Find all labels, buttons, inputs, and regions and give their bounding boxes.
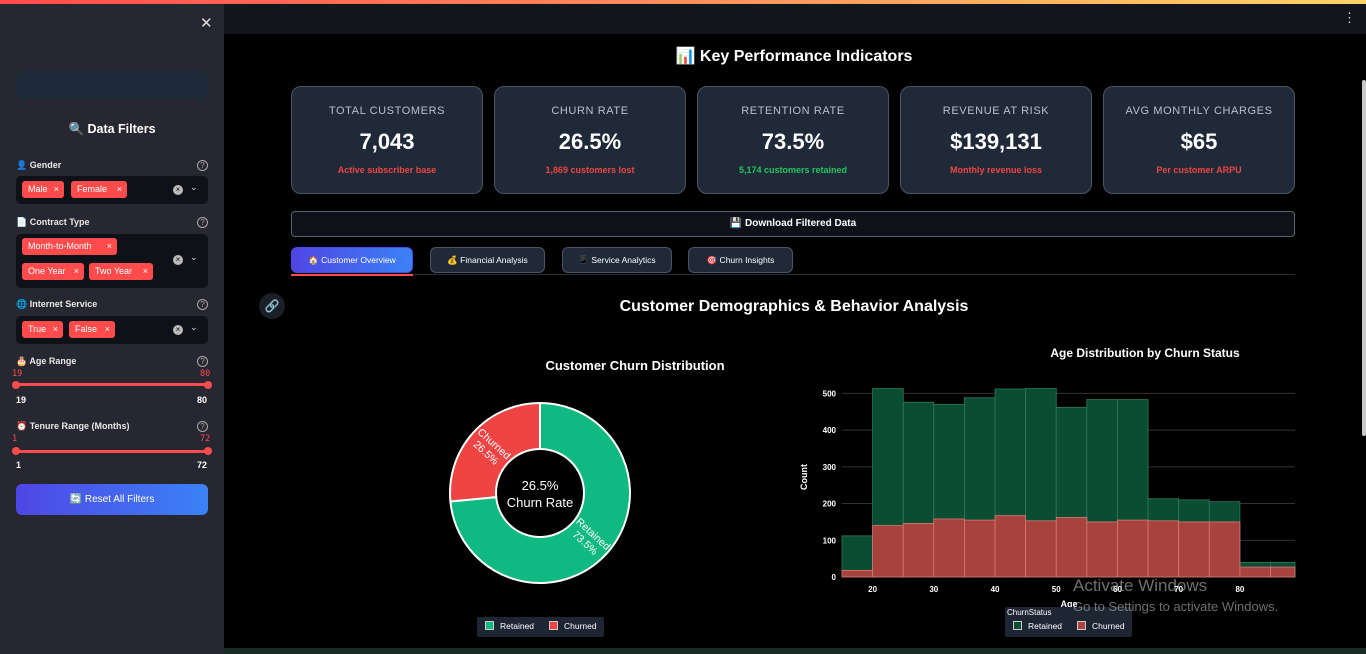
histogram-title: Age Distribution by Churn Status <box>1050 346 1240 360</box>
y-tick-label: 500 <box>823 389 837 398</box>
x-tick-label: 40 <box>991 585 1000 594</box>
histogram-bar-churned[interactable] <box>1208 521 1241 578</box>
histogram-bar-churned[interactable] <box>902 522 935 578</box>
legend-item-churned[interactable]: Churned <box>549 621 597 631</box>
donut-center-value: 26.5% <box>522 478 559 493</box>
charts-canvas: Customer Churn Distribution Retained73.5… <box>449 346 1296 609</box>
y-tick-label: 400 <box>823 426 837 435</box>
histogram-bar-churned[interactable] <box>1178 521 1210 578</box>
legend-swatch <box>1077 621 1086 630</box>
legend-swatch <box>549 621 558 630</box>
histogram-bars <box>841 388 1296 578</box>
page-scrollbar[interactable] <box>1362 80 1366 436</box>
histogram-bar-churned[interactable] <box>1117 519 1149 578</box>
donut-center-label: Churn Rate <box>507 495 573 510</box>
pie-legend: Retained Churned <box>477 617 604 637</box>
histogram-bar-churned[interactable] <box>841 569 874 578</box>
x-tick-label: 50 <box>1052 585 1061 594</box>
histogram-bar-churned[interactable] <box>994 515 1027 578</box>
histogram-bar-churned[interactable] <box>964 519 996 578</box>
pie-chart-title: Customer Churn Distribution <box>545 358 724 373</box>
histogram-bar-churned[interactable] <box>1086 521 1118 578</box>
histogram-bar-churned[interactable] <box>872 525 904 578</box>
x-tick-label: 30 <box>929 585 938 594</box>
windows-activation-watermark: Activate Windows Go to Settings to activ… <box>1073 576 1278 614</box>
pie-chart: Retained73.5%Churned26.5% <box>449 401 631 584</box>
y-tick-label: 0 <box>832 573 837 582</box>
histogram-bar-churned[interactable] <box>1147 520 1180 578</box>
legend-item-retained[interactable]: Retained <box>1013 621 1062 631</box>
watermark-line-2: Go to Settings to activate Windows. <box>1073 599 1279 614</box>
legend-swatch <box>485 621 494 630</box>
legend-item-churned[interactable]: Churned <box>1077 621 1125 631</box>
histogram-bar-churned[interactable] <box>933 518 965 578</box>
x-tick-label: 20 <box>868 585 877 594</box>
y-axis-label: Count <box>799 464 809 490</box>
y-tick-label: 300 <box>823 463 837 472</box>
bottom-bar <box>224 648 1366 654</box>
histogram-bar-churned[interactable] <box>1055 517 1088 578</box>
histogram-bar-churned[interactable] <box>1025 520 1057 578</box>
legend-item-retained[interactable]: Retained <box>485 621 534 631</box>
y-tick-label: 200 <box>823 500 837 509</box>
y-tick-label: 100 <box>823 536 837 545</box>
watermark-line-1: Activate Windows <box>1073 576 1208 595</box>
legend-swatch <box>1013 621 1022 630</box>
legend-title: ChurnStatus <box>1007 608 1052 617</box>
